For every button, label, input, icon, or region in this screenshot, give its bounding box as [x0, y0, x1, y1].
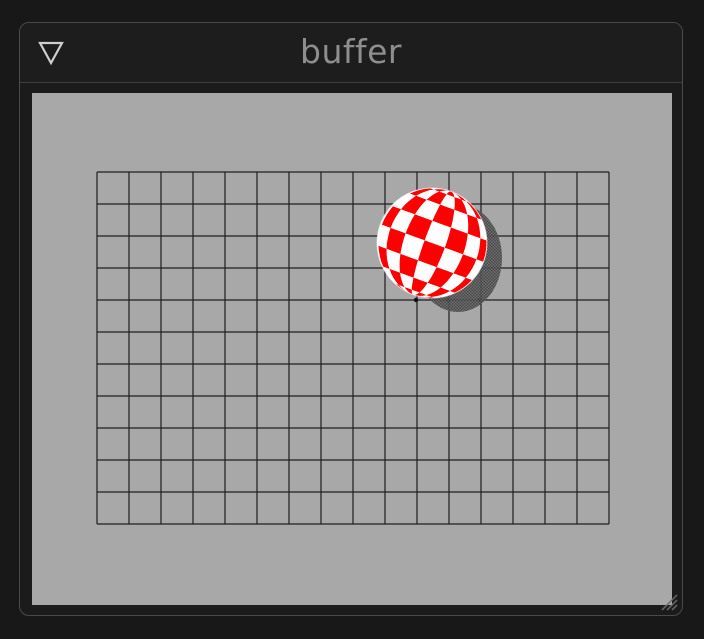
buffer-window: buffer	[19, 22, 683, 616]
resize-grip-icon[interactable]	[658, 591, 678, 611]
grid	[96, 171, 610, 525]
boing-ball	[377, 188, 487, 298]
buffer-canvas[interactable]	[32, 93, 672, 605]
grid-marker-dot	[413, 297, 419, 303]
title-bar[interactable]: buffer	[20, 23, 682, 83]
boing-ball-scene	[96, 171, 610, 525]
window-title: buffer	[300, 32, 402, 71]
